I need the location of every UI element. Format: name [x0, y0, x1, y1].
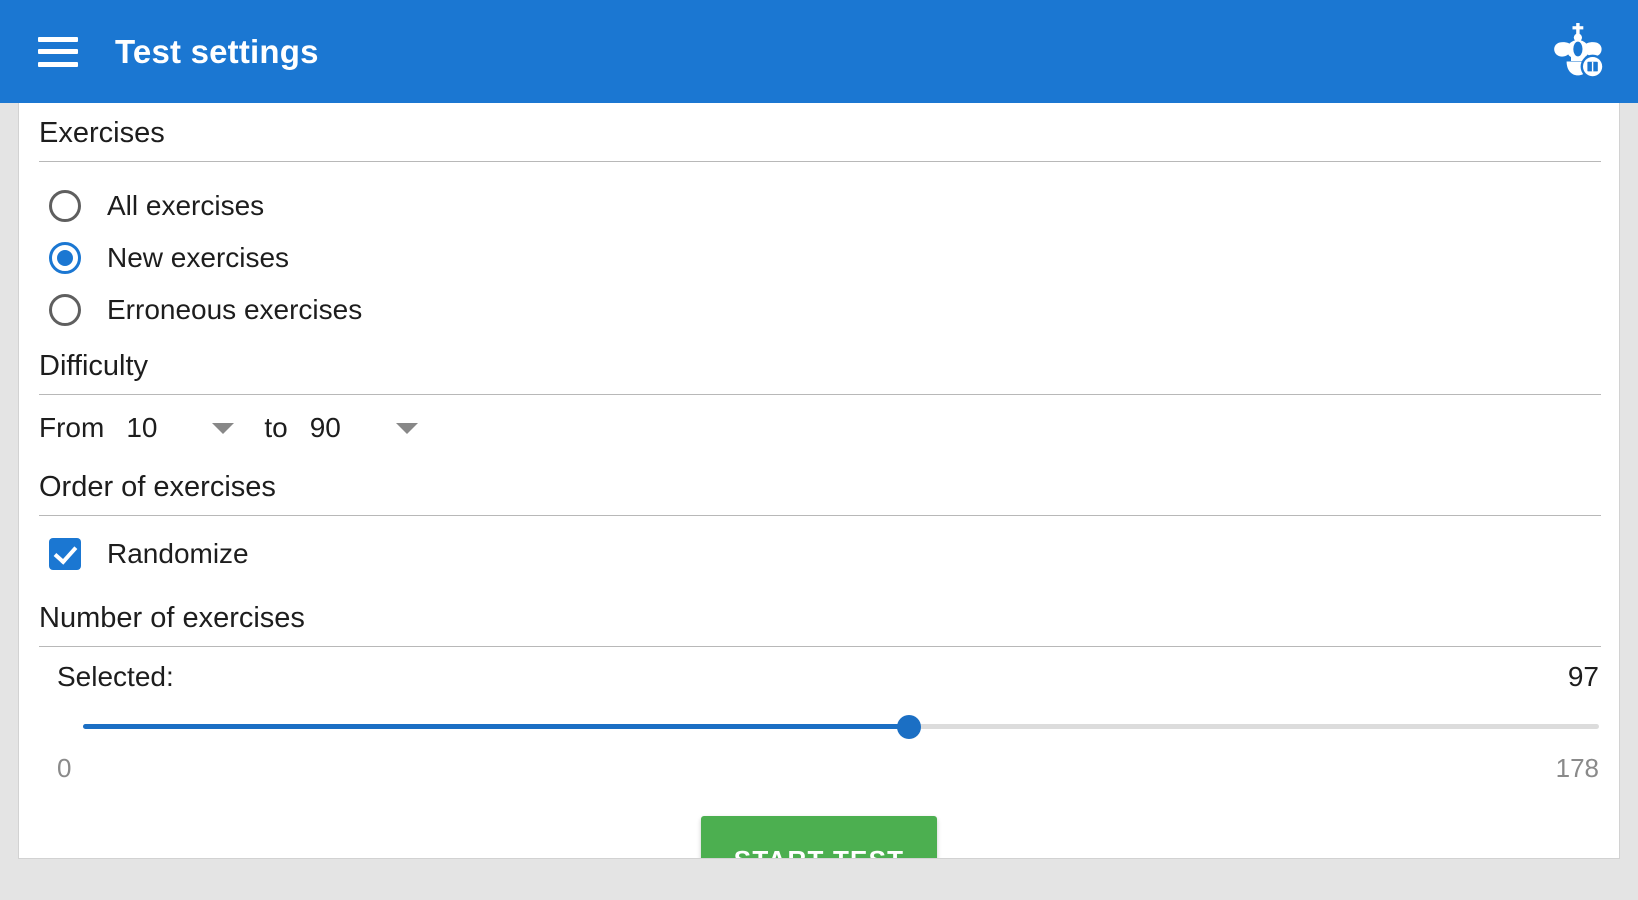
hamburger-menu-icon[interactable]	[38, 36, 78, 67]
slider-min-label: 0	[57, 753, 72, 783]
radio-option-new-exercises[interactable]: New exercises	[49, 232, 1619, 284]
section-heading-exercises: Exercises	[39, 117, 165, 149]
radio-unchecked-icon[interactable]	[49, 190, 81, 222]
radio-label: All exercises	[107, 190, 265, 221]
app-bar: Test settings	[0, 0, 1638, 103]
hamburger-bar	[38, 61, 78, 67]
difficulty-to-dropdown[interactable]: 90	[310, 412, 418, 444]
page-title: Test settings	[115, 32, 319, 70]
radio-checked-icon[interactable]	[49, 242, 81, 274]
radio-label: New exercises	[107, 242, 290, 273]
settings-card: Exercises All exercises New exercises Er…	[18, 103, 1620, 859]
start-test-button[interactable]: START TEST	[701, 816, 937, 858]
slider-max-label: 178	[1555, 753, 1599, 783]
selected-label: Selected:	[57, 661, 174, 692]
chevron-down-icon[interactable]	[212, 422, 235, 434]
hamburger-bar	[38, 36, 78, 42]
slider-bounds-row: 0 178	[39, 743, 1599, 784]
section-heading-difficulty: Difficulty	[39, 350, 149, 382]
exercise-count-slider-block: Selected: 97 0 178	[19, 647, 1619, 784]
difficulty-from-label: From	[39, 412, 105, 443]
randomize-label: Randomize	[107, 538, 249, 569]
page-surface: Exercises All exercises New exercises Er…	[0, 103, 1638, 900]
slider-track-fill	[83, 724, 910, 729]
difficulty-to-label: to	[264, 412, 288, 443]
difficulty-from-value: 10	[126, 412, 158, 443]
checkbox-checked-icon[interactable]	[49, 538, 81, 570]
start-button-wrap: START TEST	[19, 784, 1619, 858]
slider-value-row: Selected: 97	[39, 661, 1599, 693]
radio-unchecked-icon[interactable]	[49, 294, 81, 326]
chevron-down-icon[interactable]	[395, 422, 418, 434]
section-heading-order: Order of exercises	[39, 471, 276, 503]
difficulty-to-value: 90	[309, 412, 341, 443]
slider-thumb[interactable]	[897, 715, 922, 739]
radio-option-all-exercises[interactable]: All exercises	[49, 180, 1619, 232]
exercise-count-slider[interactable]	[39, 709, 1599, 743]
chess-king-book-logo	[1546, 20, 1610, 84]
selected-value: 97	[1567, 661, 1599, 692]
radio-option-erroneous-exercises[interactable]: Erroneous exercises	[49, 284, 1619, 336]
radio-label: Erroneous exercises	[107, 294, 363, 325]
difficulty-from-dropdown[interactable]: 10	[126, 412, 235, 444]
section-heading-number: Number of exercises	[39, 602, 305, 634]
difficulty-range-row: From 10 to 90	[19, 395, 1619, 457]
randomize-checkbox-row[interactable]: Randomize	[19, 516, 1619, 588]
exercises-radio-group: All exercises New exercises Erroneous ex…	[19, 162, 1619, 336]
hamburger-bar	[38, 49, 78, 54]
